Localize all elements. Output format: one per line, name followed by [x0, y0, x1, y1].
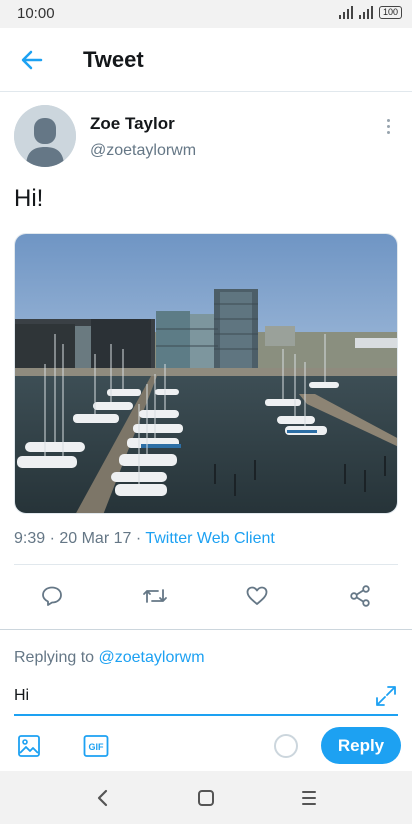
back-button[interactable] — [12, 44, 52, 76]
gif-label: GIF — [89, 742, 105, 752]
nav-menu-icon — [302, 791, 316, 805]
comment-icon — [42, 586, 62, 606]
reply-button[interactable]: Reply — [321, 727, 401, 764]
system-nav-bar — [0, 771, 412, 824]
page-title: Tweet — [83, 47, 144, 72]
like-action-button[interactable] — [241, 580, 273, 612]
heart-icon — [246, 586, 268, 605]
battery-icon: 100 — [378, 5, 402, 19]
status-indicators: 100 — [338, 5, 402, 19]
nav-home-icon — [198, 790, 214, 806]
harbor-marina-photo — [15, 234, 397, 513]
tweet-timestamp: 9:39 · 20 Mar 17 · — [14, 530, 146, 547]
add-gif-button[interactable]: GIF — [83, 733, 109, 759]
tweet-meta: 9:39 · 20 Mar 17 · Twitter Web Client — [14, 530, 275, 548]
status-bar: 10:00 100 — [0, 0, 412, 28]
retweet-action-button[interactable] — [139, 580, 171, 612]
author-name[interactable]: Zoe Taylor — [90, 114, 175, 134]
signal-icon — [358, 5, 373, 19]
replying-prefix: Replying to — [14, 649, 99, 666]
add-image-button[interactable] — [16, 733, 42, 759]
character-count-ring — [273, 733, 299, 759]
reply-action-button[interactable] — [36, 580, 68, 612]
gif-icon: GIF — [83, 735, 109, 757]
share-action-button[interactable] — [344, 580, 376, 612]
replying-to-label: Replying to @zoetaylorwm — [14, 649, 205, 667]
default-avatar-icon — [14, 105, 76, 167]
progress-ring-icon — [274, 734, 298, 758]
signal-icon — [338, 5, 353, 19]
reply-composer: Replying to @zoetaylorwm GIF Reply — [0, 629, 412, 771]
author-handle[interactable]: @zoetaylorwm — [90, 142, 196, 160]
replying-handle-link[interactable]: @zoetaylorwm — [99, 649, 205, 666]
tweet-media-image[interactable] — [14, 233, 398, 514]
reply-input[interactable] — [14, 682, 354, 710]
expand-composer-button[interactable] — [374, 684, 398, 708]
avatar[interactable] — [14, 105, 76, 167]
more-options-button[interactable] — [378, 114, 398, 138]
expand-icon — [376, 686, 396, 706]
tweet-actions — [0, 566, 412, 626]
nav-back-icon — [97, 789, 108, 807]
nav-back-button[interactable] — [89, 785, 117, 811]
nav-home-button[interactable] — [192, 785, 220, 811]
tweet-text: Hi! — [14, 185, 44, 212]
input-underline — [14, 714, 398, 716]
status-time: 10:00 — [17, 5, 55, 22]
nav-menu-button[interactable] — [295, 785, 323, 811]
retweet-icon — [143, 589, 167, 603]
tweet-source-link[interactable]: Twitter Web Client — [145, 530, 275, 547]
divider — [14, 564, 398, 565]
arrow-left-icon — [21, 50, 43, 70]
app-header: Tweet — [0, 28, 412, 92]
image-icon — [18, 735, 40, 757]
share-icon — [350, 585, 370, 607]
more-vertical-icon — [386, 118, 390, 122]
